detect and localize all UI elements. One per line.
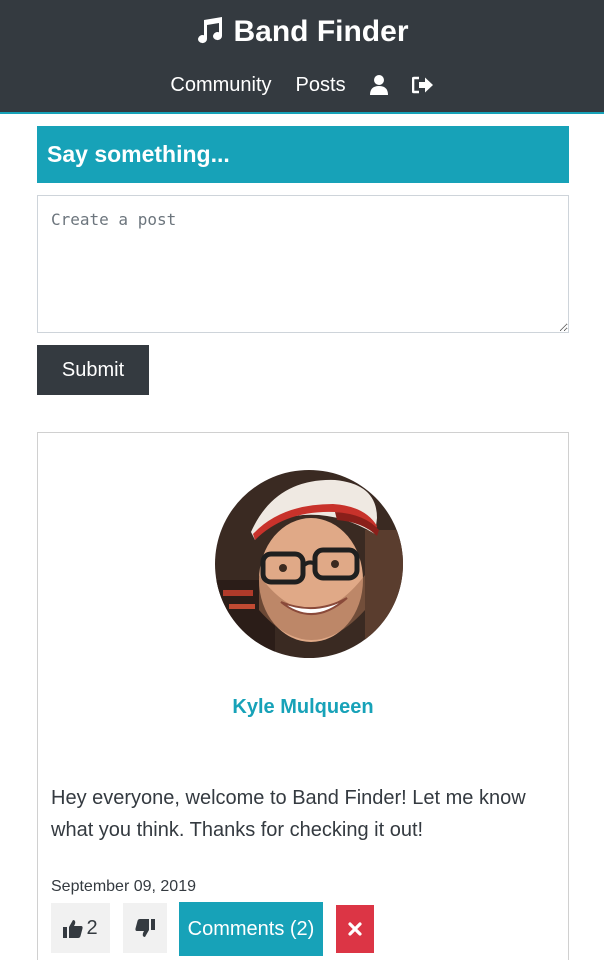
post-body: Hey everyone, welcome to Band Finder! Le… — [51, 787, 526, 841]
like-button[interactable]: 2 — [51, 903, 110, 953]
post-author-name[interactable]: Kyle Mulqueen — [38, 696, 568, 719]
brand[interactable]: Band Finder — [0, 13, 604, 51]
brand-title: Band Finder — [233, 15, 409, 48]
create-post-textarea[interactable] — [37, 195, 569, 333]
nav-link-posts[interactable]: Posts — [284, 70, 358, 100]
sign-out-icon[interactable] — [400, 70, 446, 100]
main-nav: Community Posts — [0, 70, 604, 100]
music-note-icon — [198, 17, 223, 44]
comments-button[interactable]: Comments (2) — [179, 902, 323, 956]
close-icon — [348, 922, 362, 936]
nav-link-community[interactable]: Community — [158, 70, 283, 100]
post-date: September 09, 2019 — [51, 878, 196, 895]
like-count: 2 — [86, 916, 98, 939]
composer-heading: Say something... — [37, 126, 569, 183]
thumbs-up-icon — [63, 919, 84, 938]
thumbs-down-icon — [135, 918, 155, 937]
delete-button[interactable] — [336, 905, 374, 953]
user-icon[interactable] — [358, 70, 400, 100]
submit-button[interactable]: Submit — [37, 345, 149, 395]
avatar — [215, 470, 403, 658]
navbar: Band Finder Community Posts — [0, 0, 604, 114]
post-card: Kyle Mulqueen Hey everyone, welcome to B… — [37, 432, 569, 960]
dislike-button[interactable] — [123, 903, 167, 953]
